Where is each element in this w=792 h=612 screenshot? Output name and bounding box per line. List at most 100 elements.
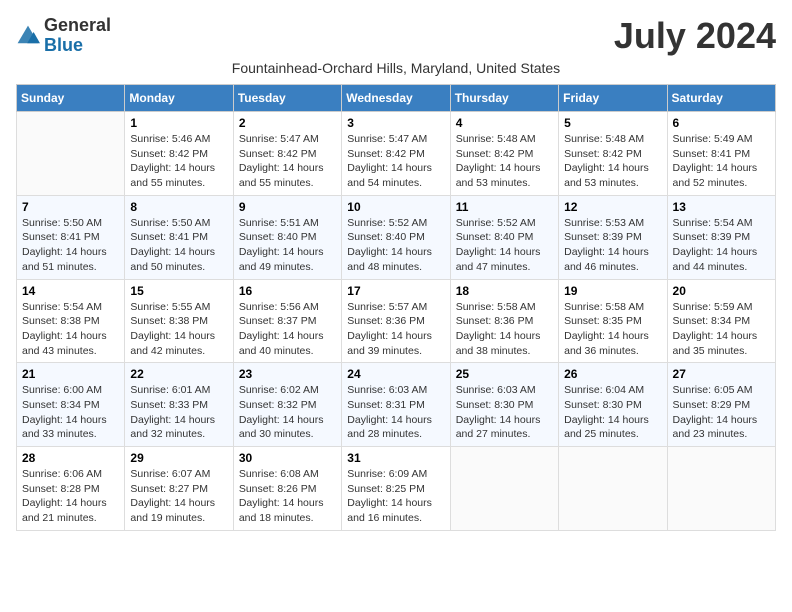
day-detail: Sunrise: 6:09 AM Sunset: 8:25 PM Dayligh… (347, 467, 444, 526)
calendar-cell: 17 Sunrise: 5:57 AM Sunset: 8:36 PM Dayli… (342, 279, 450, 363)
day-number: 13 (673, 200, 770, 214)
week-row-5: 28Sunrise: 6:06 AM Sunset: 8:28 PM Dayli… (17, 447, 776, 531)
day-number: 16 (239, 284, 336, 298)
day-detail: Sunrise: 5:58 AM Sunset: 8:35 PM Dayligh… (564, 300, 661, 359)
month-title: July 2024 (614, 16, 776, 56)
day-detail: Sunrise: 6:03 AM Sunset: 8:30 PM Dayligh… (456, 383, 553, 442)
day-detail: Sunrise: 6:00 AM Sunset: 8:34 PM Dayligh… (22, 383, 119, 442)
calendar-cell: 1 Sunrise: 5:46 AM Sunset: 8:42 PM Daylig… (125, 112, 233, 196)
calendar-cell (559, 447, 667, 531)
calendar-cell: 18 Sunrise: 5:58 AM Sunset: 8:36 PM Dayli… (450, 279, 558, 363)
calendar-cell: 21 Sunrise: 6:00 AM Sunset: 8:34 PM Dayli… (17, 363, 125, 447)
header: General Blue July 2024 (16, 16, 776, 56)
day-header-thursday: Thursday (450, 85, 558, 112)
calendar-cell: 30 Sunrise: 6:08 AM Sunset: 8:26 PM Dayli… (233, 447, 341, 531)
week-row-1: 1 Sunrise: 5:46 AM Sunset: 8:42 PM Daylig… (17, 112, 776, 196)
day-detail: Sunrise: 5:50 AM Sunset: 8:41 PM Dayligh… (22, 216, 119, 275)
day-number: 15 (130, 284, 227, 298)
day-header-wednesday: Wednesday (342, 85, 450, 112)
day-number: 10 (347, 200, 444, 214)
day-number: 27 (673, 367, 770, 381)
calendar-cell: 31 Sunrise: 6:09 AM Sunset: 8:25 PM Dayli… (342, 447, 450, 531)
day-detail: Sunrise: 6:05 AM Sunset: 8:29 PM Dayligh… (673, 383, 770, 442)
logo-text: General Blue (44, 16, 111, 56)
day-header-tuesday: Tuesday (233, 85, 341, 112)
day-number: 4 (456, 116, 553, 130)
day-detail: Sunrise: 5:59 AM Sunset: 8:34 PM Dayligh… (673, 300, 770, 359)
week-row-2: 7Sunrise: 5:50 AM Sunset: 8:41 PM Daylig… (17, 195, 776, 279)
day-detail: Sunrise: 5:51 AM Sunset: 8:40 PM Dayligh… (239, 216, 336, 275)
day-number: 20 (673, 284, 770, 298)
week-row-3: 14 Sunrise: 5:54 AM Sunset: 8:38 PM Dayli… (17, 279, 776, 363)
day-detail: Sunrise: 5:56 AM Sunset: 8:37 PM Dayligh… (239, 300, 336, 359)
day-detail: Sunrise: 5:52 AM Sunset: 8:40 PM Dayligh… (456, 216, 553, 275)
day-number: 1 (130, 116, 227, 130)
day-detail: Sunrise: 6:04 AM Sunset: 8:30 PM Dayligh… (564, 383, 661, 442)
day-number: 25 (456, 367, 553, 381)
day-detail: Sunrise: 6:08 AM Sunset: 8:26 PM Dayligh… (239, 467, 336, 526)
calendar-cell: 6 Sunrise: 5:49 AM Sunset: 8:41 PM Daylig… (667, 112, 775, 196)
calendar-cell: 7Sunrise: 5:50 AM Sunset: 8:41 PM Daylig… (17, 195, 125, 279)
logo: General Blue (16, 16, 111, 56)
calendar-cell: 28Sunrise: 6:06 AM Sunset: 8:28 PM Dayli… (17, 447, 125, 531)
day-detail: Sunrise: 5:46 AM Sunset: 8:42 PM Dayligh… (130, 132, 227, 191)
calendar-cell: 22 Sunrise: 6:01 AM Sunset: 8:33 PM Dayli… (125, 363, 233, 447)
day-detail: Sunrise: 6:03 AM Sunset: 8:31 PM Dayligh… (347, 383, 444, 442)
day-number: 14 (22, 284, 119, 298)
day-header-friday: Friday (559, 85, 667, 112)
subtitle: Fountainhead-Orchard Hills, Maryland, Un… (16, 60, 776, 76)
calendar-cell (17, 112, 125, 196)
day-number: 3 (347, 116, 444, 130)
calendar-cell: 14 Sunrise: 5:54 AM Sunset: 8:38 PM Dayli… (17, 279, 125, 363)
day-detail: Sunrise: 6:07 AM Sunset: 8:27 PM Dayligh… (130, 467, 227, 526)
day-number: 31 (347, 451, 444, 465)
day-detail: Sunrise: 5:49 AM Sunset: 8:41 PM Dayligh… (673, 132, 770, 191)
day-header-monday: Monday (125, 85, 233, 112)
calendar-cell: 29 Sunrise: 6:07 AM Sunset: 8:27 PM Dayli… (125, 447, 233, 531)
day-number: 30 (239, 451, 336, 465)
calendar-cell: 13 Sunrise: 5:54 AM Sunset: 8:39 PM Dayli… (667, 195, 775, 279)
day-number: 11 (456, 200, 553, 214)
day-detail: Sunrise: 5:57 AM Sunset: 8:36 PM Dayligh… (347, 300, 444, 359)
calendar-cell: 5 Sunrise: 5:48 AM Sunset: 8:42 PM Daylig… (559, 112, 667, 196)
calendar-cell (450, 447, 558, 531)
day-number: 9 (239, 200, 336, 214)
calendar-cell: 3Sunrise: 5:47 AM Sunset: 8:42 PM Daylig… (342, 112, 450, 196)
day-number: 22 (130, 367, 227, 381)
day-detail: Sunrise: 5:48 AM Sunset: 8:42 PM Dayligh… (564, 132, 661, 191)
day-number: 29 (130, 451, 227, 465)
day-number: 5 (564, 116, 661, 130)
logo-general: General (44, 15, 111, 35)
day-number: 17 (347, 284, 444, 298)
calendar-cell: 16 Sunrise: 5:56 AM Sunset: 8:37 PM Dayli… (233, 279, 341, 363)
week-row-4: 21 Sunrise: 6:00 AM Sunset: 8:34 PM Dayli… (17, 363, 776, 447)
days-header-row: SundayMondayTuesdayWednesdayThursdayFrid… (17, 85, 776, 112)
calendar-cell: 4 Sunrise: 5:48 AM Sunset: 8:42 PM Daylig… (450, 112, 558, 196)
day-detail: Sunrise: 6:06 AM Sunset: 8:28 PM Dayligh… (22, 467, 119, 526)
calendar-cell (667, 447, 775, 531)
day-detail: Sunrise: 5:58 AM Sunset: 8:36 PM Dayligh… (456, 300, 553, 359)
day-number: 19 (564, 284, 661, 298)
day-detail: Sunrise: 5:54 AM Sunset: 8:38 PM Dayligh… (22, 300, 119, 359)
day-detail: Sunrise: 5:47 AM Sunset: 8:42 PM Dayligh… (239, 132, 336, 191)
day-detail: Sunrise: 5:55 AM Sunset: 8:38 PM Dayligh… (130, 300, 227, 359)
day-number: 18 (456, 284, 553, 298)
calendar-cell: 20 Sunrise: 5:59 AM Sunset: 8:34 PM Dayli… (667, 279, 775, 363)
calendar-cell: 10Sunrise: 5:52 AM Sunset: 8:40 PM Dayli… (342, 195, 450, 279)
calendar-cell: 23Sunrise: 6:02 AM Sunset: 8:32 PM Dayli… (233, 363, 341, 447)
day-detail: Sunrise: 5:53 AM Sunset: 8:39 PM Dayligh… (564, 216, 661, 275)
calendar-cell: 24 Sunrise: 6:03 AM Sunset: 8:31 PM Dayli… (342, 363, 450, 447)
day-number: 21 (22, 367, 119, 381)
calendar-cell: 11 Sunrise: 5:52 AM Sunset: 8:40 PM Dayli… (450, 195, 558, 279)
day-detail: Sunrise: 6:01 AM Sunset: 8:33 PM Dayligh… (130, 383, 227, 442)
calendar-cell: 19 Sunrise: 5:58 AM Sunset: 8:35 PM Dayli… (559, 279, 667, 363)
calendar-cell: 15 Sunrise: 5:55 AM Sunset: 8:38 PM Dayli… (125, 279, 233, 363)
calendar-cell: 12Sunrise: 5:53 AM Sunset: 8:39 PM Dayli… (559, 195, 667, 279)
logo-icon (16, 24, 40, 48)
day-number: 6 (673, 116, 770, 130)
day-detail: Sunrise: 5:54 AM Sunset: 8:39 PM Dayligh… (673, 216, 770, 275)
calendar-cell: 25 Sunrise: 6:03 AM Sunset: 8:30 PM Dayli… (450, 363, 558, 447)
day-number: 24 (347, 367, 444, 381)
day-detail: Sunrise: 5:48 AM Sunset: 8:42 PM Dayligh… (456, 132, 553, 191)
title-area: July 2024 (614, 16, 776, 56)
